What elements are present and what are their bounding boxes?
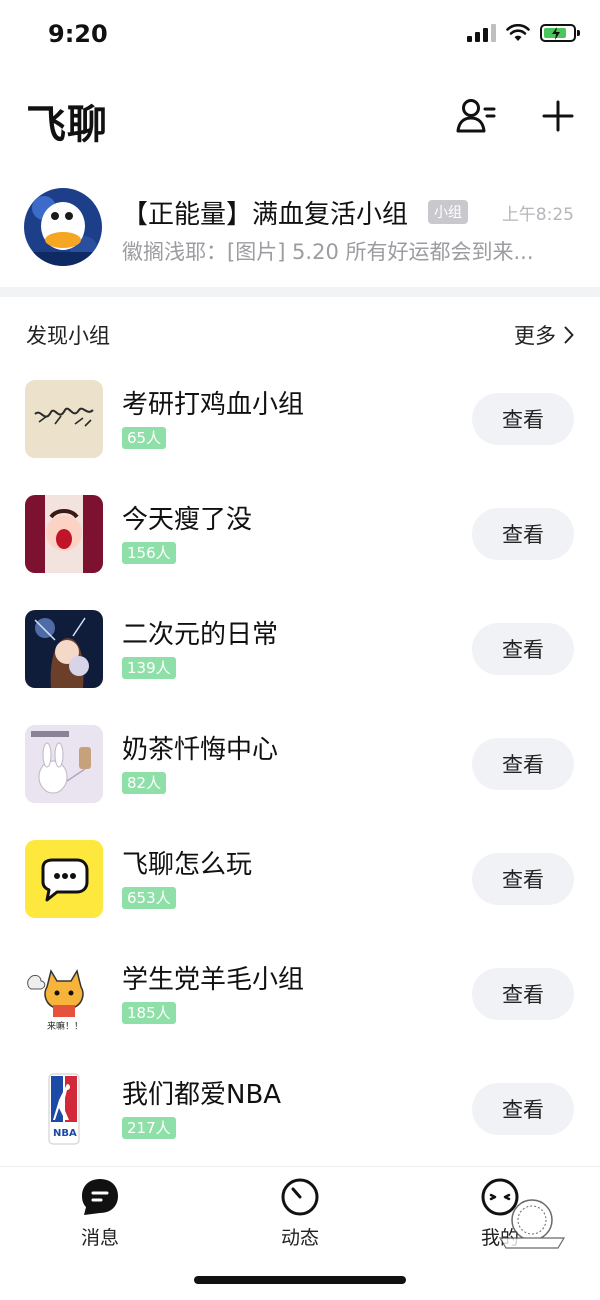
app-header: 飞聊 <box>0 72 600 162</box>
group-thumbnail: NBA <box>25 1070 103 1148</box>
group-name: 二次元的日常 <box>122 620 279 650</box>
contacts-button[interactable] <box>454 94 498 138</box>
view-button[interactable]: 查看 <box>472 738 574 790</box>
member-count-badge: 185人 <box>122 1002 176 1024</box>
battery-icon <box>540 24 580 42</box>
view-button[interactable]: 查看 <box>472 393 574 445</box>
contacts-icon <box>456 99 496 133</box>
section-title: 发现小组 <box>26 324 110 348</box>
svg-text:NBA: NBA <box>53 1128 77 1139</box>
group-thumbnail <box>25 840 103 918</box>
view-button[interactable]: 查看 <box>472 508 574 560</box>
group-name: 今天瘦了没 <box>122 505 253 535</box>
member-count-badge: 139人 <box>122 657 176 679</box>
group-tag-badge: 小组 <box>428 200 468 224</box>
group-thumbnail <box>25 380 103 458</box>
app-title: 飞聊 <box>26 102 108 148</box>
group-item[interactable]: 飞聊怎么玩 653人 查看 <box>0 838 600 953</box>
group-thumbnail <box>25 495 103 573</box>
chat-name: 【正能量】满血复活小组 <box>122 200 409 230</box>
discover-header: 发现小组 更多 <box>0 320 600 350</box>
tab-feed[interactable]: 动态 <box>240 1173 360 1249</box>
wifi-icon <box>506 24 530 41</box>
view-button[interactable]: 查看 <box>472 968 574 1020</box>
section-divider <box>0 287 600 297</box>
status-icons <box>467 24 580 42</box>
plus-icon <box>542 100 574 132</box>
status-time: 9:20 <box>48 20 108 48</box>
chat-time: 上午8:25 <box>501 205 574 225</box>
view-button[interactable]: 查看 <box>472 853 574 905</box>
view-button[interactable]: 查看 <box>472 623 574 675</box>
member-count-badge: 653人 <box>122 887 176 909</box>
group-name: 我们都爱NBA <box>122 1080 282 1110</box>
more-label: 更多 <box>514 324 556 348</box>
add-button[interactable] <box>536 94 580 138</box>
svg-text:来嘛！！: 来嘛！！ <box>47 1020 83 1032</box>
member-count-badge: 82人 <box>122 772 167 794</box>
group-item[interactable]: 来嘛！！ 学生党羊毛小组 185人 查看 <box>0 953 600 1068</box>
member-count-badge: 217人 <box>122 1117 176 1139</box>
tab-messages[interactable]: 消息 <box>40 1173 160 1249</box>
chat-item[interactable]: 【正能量】满血复活小组 小组 上午8:25 徽搁浅耶：[图片] 5.20 所有好… <box>0 180 600 284</box>
group-item[interactable]: 今天瘦了没 156人 查看 <box>0 493 600 608</box>
chat-avatar <box>24 188 102 266</box>
home-indicator <box>194 1276 406 1284</box>
chat-preview: 徽搁浅耶：[图片] 5.20 所有好运都会到来... <box>122 240 534 264</box>
group-item[interactable]: 二次元的日常 139人 查看 <box>0 608 600 723</box>
status-bar: 9:20 <box>0 0 600 72</box>
cellular-signal-icon <box>467 24 496 42</box>
group-thumbnail: 来嘛！！ <box>25 955 103 1033</box>
more-link[interactable]: 更多 <box>514 320 574 350</box>
chevron-right-icon <box>564 326 574 344</box>
group-thumbnail <box>25 610 103 688</box>
tab-label: 消息 <box>80 1227 119 1249</box>
member-count-badge: 156人 <box>122 542 176 564</box>
group-item[interactable]: 考研打鸡血小组 65人 查看 <box>0 378 600 493</box>
member-count-badge: 65人 <box>122 427 167 449</box>
view-button[interactable]: 查看 <box>472 1083 574 1135</box>
group-name: 考研打鸡血小组 <box>122 390 305 420</box>
watermark-stamp <box>498 1199 566 1249</box>
group-name: 飞聊怎么玩 <box>122 850 253 880</box>
group-list: 考研打鸡血小组 65人 查看 今天瘦了没 156人 查看 二次元的日常 139人… <box>0 378 600 1183</box>
chat-bubble-icon <box>82 1179 118 1215</box>
group-thumbnail <box>25 725 103 803</box>
tab-label: 动态 <box>280 1227 319 1249</box>
group-name: 学生党羊毛小组 <box>122 965 305 995</box>
group-item[interactable]: 奶茶忏悔中心 82人 查看 <box>0 723 600 838</box>
clock-icon <box>281 1178 319 1216</box>
group-name: 奶茶忏悔中心 <box>122 735 279 765</box>
